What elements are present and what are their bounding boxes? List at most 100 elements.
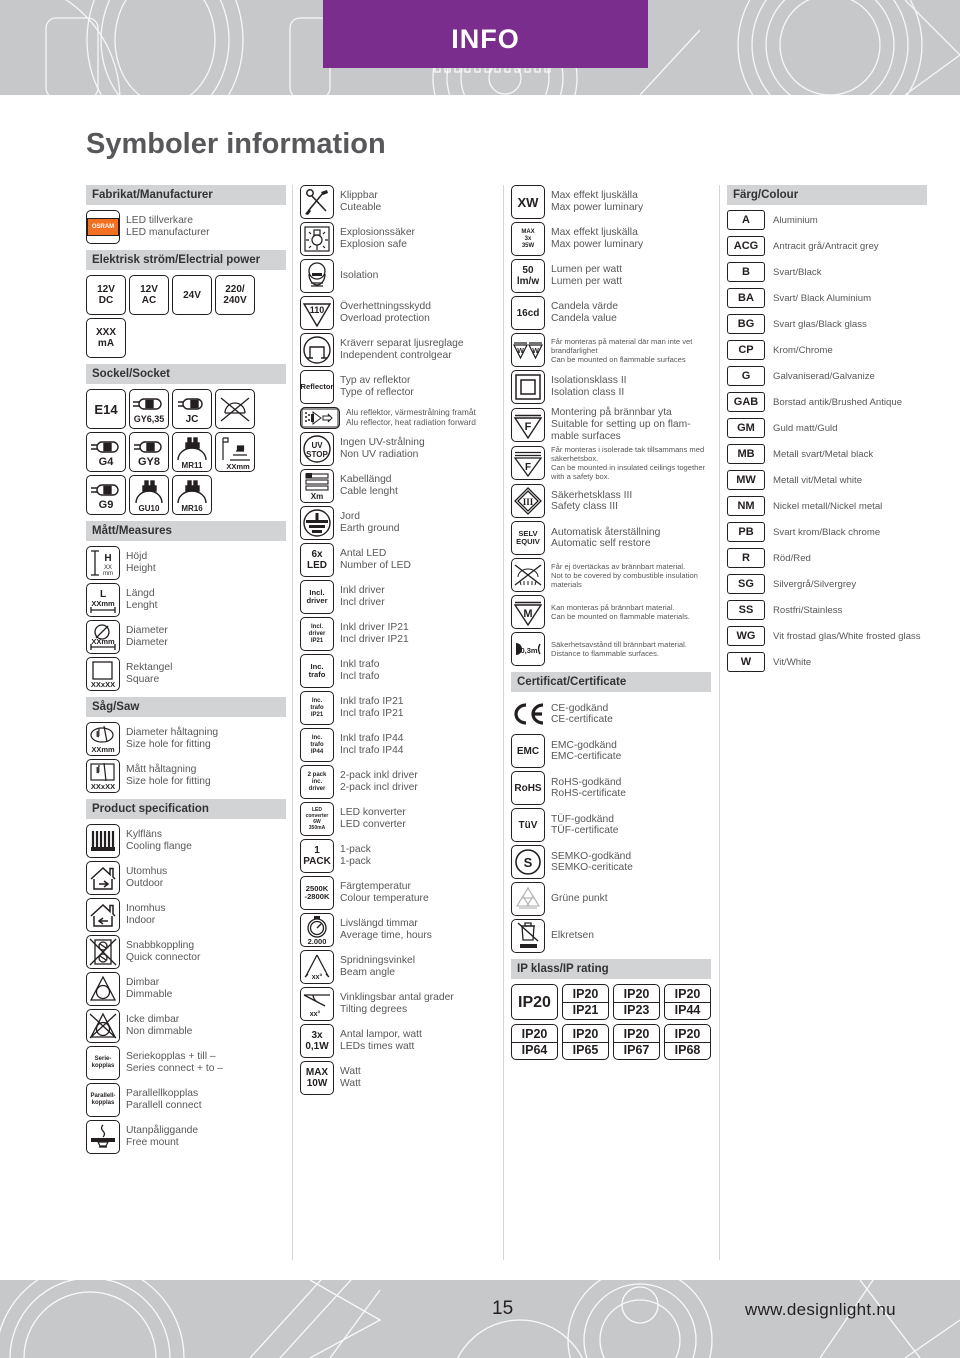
list-item-label: Diameter Diameter bbox=[126, 625, 168, 648]
list-item-label: Inkl trafo IP21 Incl trafo IP21 bbox=[340, 696, 404, 719]
list-item-label: Snabbkoppling Quick connector bbox=[126, 940, 201, 963]
ip-rating-ip20-ip21-icon: IP20 IP21 bbox=[562, 984, 609, 1021]
incl-trafo-icon: Inc. trafo bbox=[300, 654, 334, 688]
colour-code-label: B bbox=[742, 266, 750, 278]
list-item-label: 2-pack inkl driver 2-pack incl driver bbox=[340, 770, 418, 793]
socket-row-3: G9 GU10 MR16 bbox=[86, 475, 286, 515]
list-item-label: Kylfläns Cooling flange bbox=[126, 829, 192, 852]
cable-length-icon: Xm bbox=[300, 469, 334, 503]
colour-name-label: Silvergrå/Silvergrey bbox=[773, 578, 857, 590]
list-item-label: Max effekt ljuskälla Max power luminary bbox=[551, 227, 644, 250]
list-item-label: Kräverr separat ljusreglage Independent c… bbox=[340, 338, 464, 361]
list-item-label: Candela värde Candela value bbox=[551, 301, 618, 324]
list-item: Explosionssäker Explosion safe bbox=[300, 222, 505, 256]
list-item-label: 1-pack 1-pack bbox=[340, 844, 371, 867]
colour-code-bg-icon: BG bbox=[727, 314, 765, 334]
led-converter-icon: LED converter 6W 350mA bbox=[300, 802, 334, 836]
ip-rating-ip20-ip64-icon: IP20 IP64 bbox=[511, 1024, 558, 1061]
svg-text:GU10: GU10 bbox=[139, 504, 160, 513]
socket-jc-icon: JC bbox=[172, 389, 212, 429]
ip-rating-ip20-ip67-icon: IP20 IP67 bbox=[613, 1024, 660, 1061]
cooling-flange-icon bbox=[86, 824, 120, 858]
socket-mr11-icon: MR11 bbox=[172, 432, 212, 472]
svg-text:XXmm: XXmm bbox=[91, 599, 115, 608]
svg-text:STOP: STOP bbox=[306, 450, 328, 459]
list-item: 110 Överhettningsskydd Overload protectio… bbox=[300, 296, 505, 330]
candela-icon: 16cd bbox=[511, 296, 545, 330]
colour-name-label: Metall svart/Metal black bbox=[773, 448, 874, 460]
overload-protection-icon: 110 bbox=[300, 296, 334, 330]
ip-rating-row-1: IP20 IP20 IP21 IP20 IP23 IP20 IP44 bbox=[511, 984, 711, 1021]
voltage-220-240v-icon: 220/240V bbox=[215, 275, 255, 315]
colour-name-label: Svart/ Black Aluminium bbox=[773, 292, 872, 304]
colour-row: BG Svart glas/Black glass bbox=[727, 314, 927, 334]
colour-code-g-icon: G bbox=[727, 366, 765, 386]
socket-gy635-icon: GY6,35 bbox=[129, 389, 169, 429]
colour-row: A Aluminium bbox=[727, 210, 927, 230]
number-of-led-icon: 6x LED bbox=[300, 543, 334, 577]
colour-code-ba-icon: BA bbox=[727, 288, 765, 308]
column-product-symbols: Klippbar Cuteable Explosionssäker Explosio… bbox=[300, 185, 505, 1098]
list-item-label: Kabellängd Cable lenght bbox=[340, 474, 398, 497]
colour-name-label: Metall vit/Metal white bbox=[773, 474, 863, 486]
list-item-label: Dimbar Dimmable bbox=[126, 977, 173, 1000]
svg-text:H: H bbox=[104, 553, 111, 564]
list-item: 50 lm/w Lumen per watt Lumen per watt bbox=[511, 259, 711, 293]
list-item: 2.000 Livslängd timmar Average time, hour… bbox=[300, 913, 505, 947]
list-item-label: Säkerhetsavstånd till brännbart material… bbox=[551, 640, 687, 659]
semko-icon: S bbox=[511, 845, 545, 880]
colour-code-label: PB bbox=[738, 526, 754, 538]
list-item: Incl. driver IP21 Inkl driver IP21 Incl dri… bbox=[300, 617, 505, 651]
colour-row: PB Svart krom/Black chrome bbox=[727, 522, 927, 542]
colour-code-label: SS bbox=[738, 604, 754, 616]
saw-diameter-icon: XXmm bbox=[86, 722, 120, 756]
list-item: Utomhus Outdoor bbox=[86, 861, 286, 895]
colour-code-label: G bbox=[741, 370, 751, 382]
ip-rating-ip20-ip23-icon: IP20 IP23 bbox=[613, 984, 660, 1021]
column-divider-3 bbox=[719, 185, 720, 1260]
voltage-12v-dc-icon: 12V DC bbox=[86, 275, 126, 315]
list-item: Icke dimbar Non dimmable bbox=[86, 1009, 286, 1043]
list-item-label: LED konverter LED converter bbox=[340, 807, 406, 830]
list-item: WW Får monteras på material där man inte… bbox=[511, 333, 711, 367]
colour-row: BA Svart/ Black Aluminium bbox=[727, 288, 927, 308]
list-item-label: Inkl trafo Incl trafo bbox=[340, 659, 380, 682]
socket-xxmm-icon: XXmm bbox=[215, 432, 255, 472]
list-item: TüV TÜF-godkänd TÜF-certificate bbox=[511, 808, 711, 843]
page-number: 15 bbox=[492, 1298, 514, 1319]
colour-row: R Röd/Red bbox=[727, 548, 927, 568]
list-item: Klippbar Cuteable bbox=[300, 185, 505, 219]
colour-code-b-icon: B bbox=[727, 262, 765, 282]
list-item-label: Livslängd timmar Average time, hours bbox=[340, 918, 432, 941]
list-item: UV STOP Ingen UV-strålning Non UV radiatio… bbox=[300, 432, 505, 466]
list-item: Elkretsen bbox=[511, 919, 711, 954]
colour-code-pb-icon: PB bbox=[727, 522, 765, 542]
info-tab[interactable]: INFO bbox=[323, 0, 648, 68]
section-heading-manufacturer: Fabrikat/Manufacturer bbox=[86, 185, 286, 205]
list-item-label: Vinklingsbar antal grader Tilting degrees bbox=[340, 992, 454, 1015]
colour-code-a-icon: A bbox=[727, 210, 765, 230]
f-triangle-icon: F bbox=[511, 407, 545, 442]
colour-temperature-icon: 2500K -2800K bbox=[300, 876, 334, 910]
column-divider-1 bbox=[292, 185, 293, 1260]
colour-code-acg-icon: ACG bbox=[727, 236, 765, 256]
list-item: XW Max effekt ljuskälla Max power luminar… bbox=[511, 185, 711, 219]
distance-03m-icon: 0,3m bbox=[511, 632, 545, 667]
svg-text:XXmm: XXmm bbox=[226, 462, 250, 471]
list-item: Isolationsklass II Isolation class II bbox=[511, 370, 711, 404]
list-item: MAX 10W Watt Watt bbox=[300, 1061, 505, 1095]
colour-row: NM Nickel metall/Nickel metal bbox=[727, 496, 927, 516]
colour-name-label: Svart glas/Black glass bbox=[773, 318, 867, 330]
list-item-label: Montering på brännbar yta Suitable for se… bbox=[551, 407, 691, 442]
list-item-label: Parallellkopplas Parallell connect bbox=[126, 1088, 202, 1111]
list-item: SELV EQUIV Automatisk återställning Automa… bbox=[511, 521, 711, 556]
list-item-label: Jord Earth ground bbox=[340, 511, 400, 534]
max-watt-icon: MAX 10W bbox=[300, 1061, 334, 1095]
colour-code-label: NM bbox=[737, 500, 755, 512]
series-connect-icon: Serie-kopplas bbox=[86, 1046, 120, 1080]
ip-rating-ip20-ip65-icon: IP20 IP65 bbox=[562, 1024, 609, 1061]
colour-code-label: BG bbox=[737, 318, 755, 330]
list-item: M Kan monteras på brännbart material. Can… bbox=[511, 595, 711, 630]
svg-text:MR11: MR11 bbox=[182, 461, 203, 470]
list-item-label: Mått håltagning Size hole for fitting bbox=[126, 764, 211, 787]
